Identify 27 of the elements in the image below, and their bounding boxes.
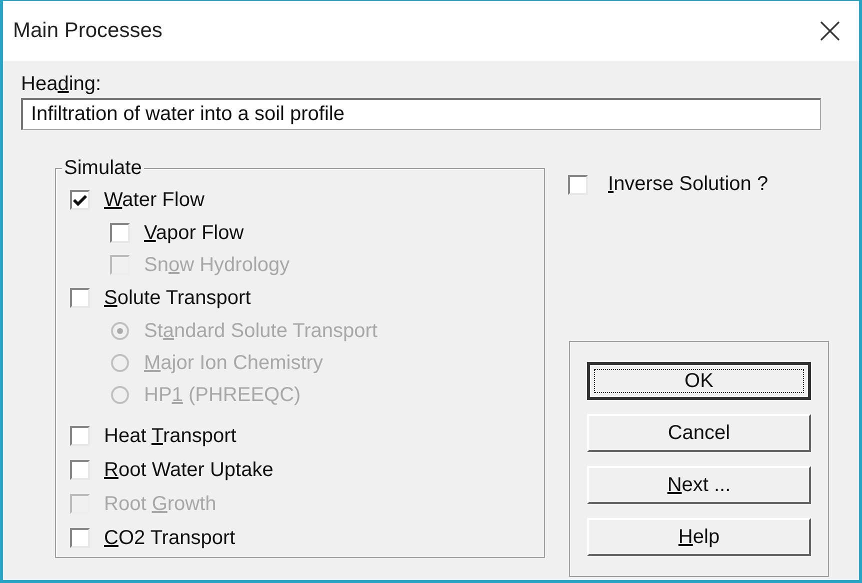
checkbox[interactable] <box>70 190 90 210</box>
option-label: HP1 (PHREEQC) <box>144 384 301 406</box>
option-label: Snow Hydrology <box>144 254 290 276</box>
option-label: Major Ion Chemistry <box>144 352 323 374</box>
option-label: Vapor Flow <box>144 222 244 244</box>
checkbox[interactable] <box>110 223 130 243</box>
option-label: Water Flow <box>104 188 204 212</box>
heading-field[interactable]: Infiltration of water into a soil profile <box>21 98 821 130</box>
option-label: CO2 Transport <box>104 526 236 550</box>
option-label: Heat Transport <box>104 424 236 448</box>
checkbox[interactable] <box>70 528 90 548</box>
option-label: Root Water Uptake <box>104 458 274 482</box>
window-title: Main Processes <box>13 19 162 43</box>
option-label: Root Growth <box>104 492 216 516</box>
option-label: Inverse Solution ? <box>608 173 768 196</box>
dialog-button[interactable]: Next ... <box>587 466 811 504</box>
dialog-button[interactable]: OK <box>587 362 811 400</box>
checkbox[interactable] <box>70 426 90 446</box>
heading-label: Heading: <box>21 73 102 96</box>
close-icon[interactable] <box>819 20 841 42</box>
option-label: Solute Transport <box>104 286 251 310</box>
checkbox[interactable] <box>70 288 90 308</box>
dialog-button[interactable]: Help <box>587 518 811 556</box>
option-label: Standard Solute Transport <box>144 320 378 342</box>
checkbox[interactable] <box>70 460 90 480</box>
checkbox[interactable] <box>568 174 588 194</box>
dialog-button[interactable]: Cancel <box>587 414 811 452</box>
